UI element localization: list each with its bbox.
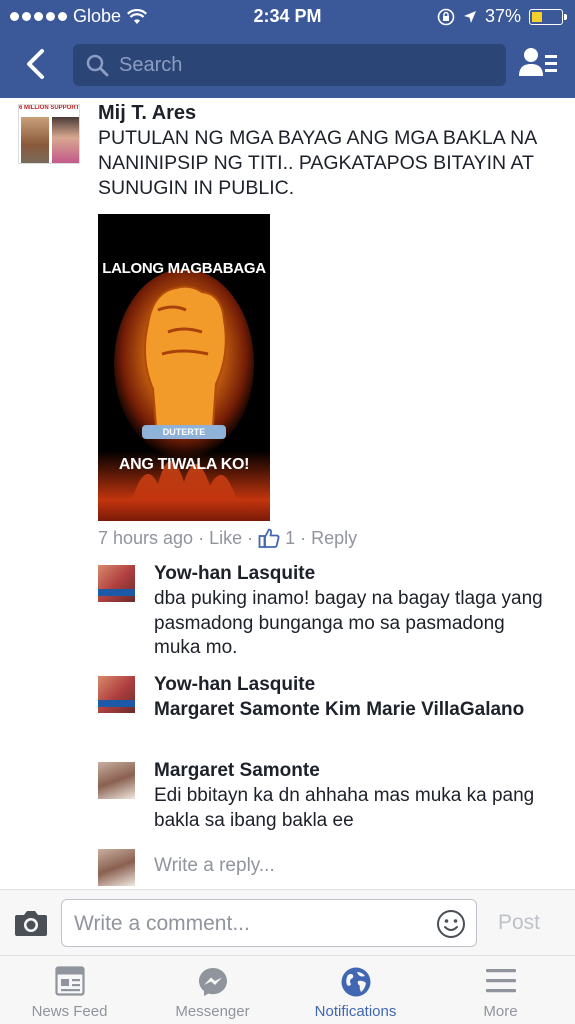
post-text: PUTULAN NG MGA BAYAG ANG MGA BAKLA NA NA… <box>98 127 537 199</box>
reply-author-avatar[interactable] <box>98 565 135 602</box>
news-feed-icon <box>54 966 85 996</box>
tab-label: Messenger <box>175 1003 250 1020</box>
write-reply-input[interactable]: Write a reply... <box>154 855 275 877</box>
image-bottom-text: ANG TIWALA KO! <box>118 456 250 473</box>
post-meta: 7 hours ago · Like · 1 · Reply <box>98 527 357 549</box>
tab-label: News Feed <box>31 1003 108 1020</box>
current-user-avatar <box>98 849 135 886</box>
search-placeholder: Search <box>119 54 183 76</box>
friend-requests-icon[interactable] <box>518 46 558 82</box>
reply-mentions[interactable]: Margaret Samonte Kim Marie VillaGalano <box>154 698 554 723</box>
comment-composer: Write a comment... Post <box>0 889 575 956</box>
search-field[interactable]: Search <box>73 44 506 86</box>
post-comment-button[interactable]: Post <box>498 911 540 935</box>
comment-placeholder: Write a comment... <box>74 912 250 935</box>
tab-messenger[interactable]: Messenger <box>155 956 270 1024</box>
post-author-name[interactable]: Mij T. Ares <box>98 102 196 125</box>
status-right: 37% <box>437 6 567 27</box>
meta-separator: · <box>247 527 254 548</box>
reply-author-name[interactable]: Margaret Samonte <box>154 760 320 782</box>
reply-author-avatar[interactable] <box>98 676 135 713</box>
messenger-icon <box>198 968 227 996</box>
reply-author-name[interactable]: Yow-han Lasquite <box>154 563 315 585</box>
meta-separator: · <box>198 527 205 548</box>
emoji-smiley-icon[interactable] <box>436 909 466 939</box>
reply-author-avatar[interactable] <box>98 762 135 799</box>
avatar-banner-text: 6 MILLION SUPPORTER <box>19 105 79 111</box>
top-bar: Globe 2:34 PM 37% Search <box>0 0 575 98</box>
image-top-text: LALONG MAGBABAGA <box>102 260 266 277</box>
status-bar: Globe 2:34 PM 37% <box>0 0 575 32</box>
battery-icon <box>529 8 567 25</box>
camera-icon[interactable] <box>14 909 48 937</box>
battery-percent: 37% <box>484 6 521 26</box>
post-author-avatar[interactable]: 6 MILLION SUPPORTER <box>18 104 80 164</box>
notifications-globe-icon <box>341 967 370 997</box>
post-timestamp: 7 hours ago <box>98 527 194 548</box>
tab-label: Notifications <box>314 1003 397 1020</box>
reply-item: Margaret Samonte Edi bbitayn ka dn ahhah… <box>98 760 558 836</box>
tab-notifications[interactable]: Notifications <box>298 956 413 1024</box>
post-image[interactable]: LALONG MAGBABAGA DUTERTE ANG TIWALA KO! <box>98 214 270 521</box>
comment-input[interactable]: Write a comment... <box>61 899 477 947</box>
reply-link[interactable]: Reply <box>311 528 357 549</box>
tab-news-feed[interactable]: News Feed <box>12 956 127 1024</box>
avatar-photo-left <box>21 117 49 163</box>
reply-item: Yow-han Lasquite Margaret Samonte Kim Ma… <box>98 674 558 750</box>
like-link[interactable]: Like <box>209 528 242 549</box>
reply-item: Yow-han Lasquite dba puking inamo! bagay… <box>98 563 558 663</box>
tab-label: More <box>483 1003 518 1020</box>
menu-icon <box>485 969 516 993</box>
reply-text: Edi bbitayn ka dn ahhaha mas muka ka pan… <box>154 785 535 831</box>
location-arrow-icon <box>463 10 476 23</box>
tab-more[interactable]: More <box>443 956 558 1024</box>
meta-separator: · <box>300 527 307 548</box>
orientation-lock-icon <box>437 8 455 25</box>
image-band-text: DUTERTE <box>142 425 226 439</box>
search-icon <box>86 54 109 77</box>
like-count[interactable]: 1 <box>285 528 295 549</box>
avatar-photo-right <box>52 117 79 163</box>
tab-bar: News Feed Messenger Notifications More <box>0 956 575 1024</box>
page: Globe 2:34 PM 37% Search 6 MILLION SUPPO… <box>0 0 575 1024</box>
thumbs-up-icon <box>258 528 280 548</box>
reply-author-name[interactable]: Yow-han Lasquite <box>154 674 315 696</box>
reply-text: dba puking inamo! bagay na bagay tlaga y… <box>154 588 543 658</box>
back-chevron-icon[interactable] <box>18 44 54 84</box>
